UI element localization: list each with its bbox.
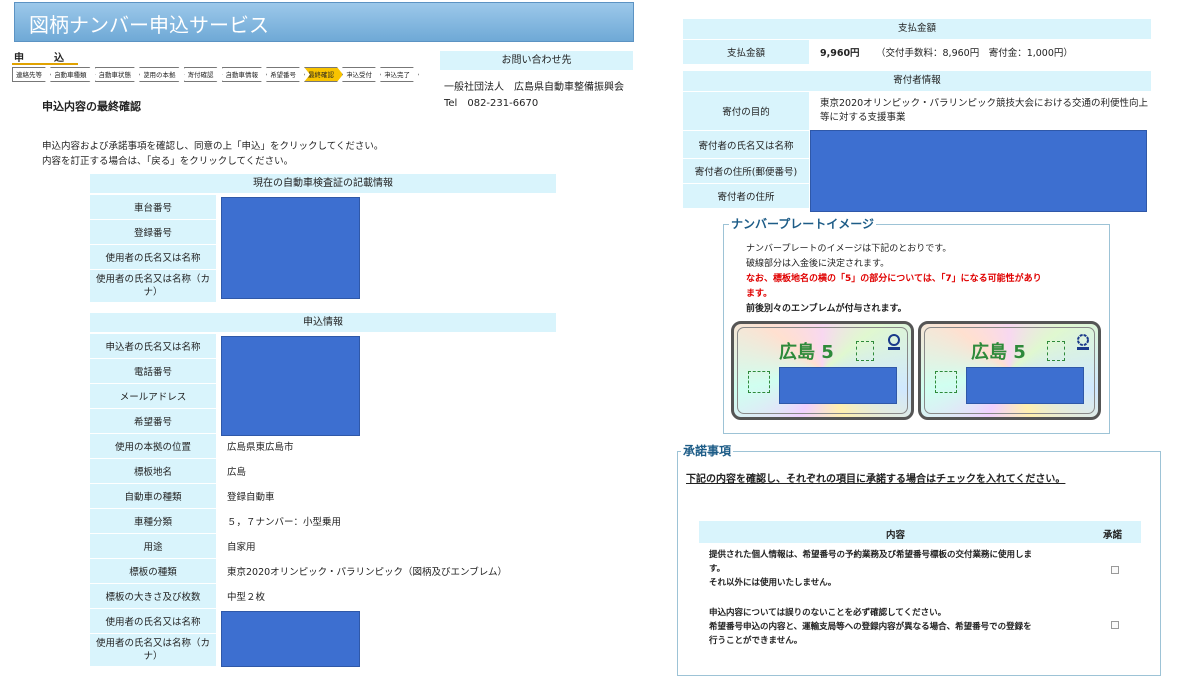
label-user-name: 使用者の氏名又は名称 bbox=[90, 245, 216, 269]
step-vehicle-status: 自動車状態 bbox=[95, 67, 141, 82]
label-chassis-number: 車台番号 bbox=[90, 195, 216, 219]
contact-org: 一般社団法人 広島県自動車整備振興会 bbox=[444, 82, 624, 93]
label-desired-number: 希望番号 bbox=[90, 409, 216, 433]
step-donation-confirm: 寄付確認 bbox=[184, 67, 223, 82]
value-plate-type: 東京2020オリンピック・パラリンピック（図柄及びエンブレム） bbox=[227, 567, 508, 578]
consent-instruction: 下記の内容を確認し、それぞれの項目に承諾する場合はチェックを入れてください。 bbox=[686, 474, 1066, 485]
value-plate-size: 中型２枚 bbox=[227, 592, 266, 603]
progress-steps: 連絡先等 自動車種類 自動車状態 使用の本拠 寄付確認 自動車情報 希望番号 最… bbox=[12, 67, 418, 83]
redacted-block bbox=[966, 367, 1084, 404]
plate-image-line2: 破線部分は入金後に決定されます。 bbox=[746, 259, 890, 269]
contact-heading: お問い合わせ先 bbox=[440, 51, 633, 70]
step-accepted: 申込受付 bbox=[342, 67, 381, 82]
value-usage: 自家用 bbox=[227, 542, 256, 553]
page-title: 申込内容の最終確認 bbox=[42, 100, 141, 113]
label-usage: 用途 bbox=[90, 534, 216, 558]
contact-tel: Tel 082-231-6670 bbox=[444, 98, 539, 109]
label-vehicle-type: 自動車の種類 bbox=[90, 484, 216, 508]
step-final-confirm: 最終確認 bbox=[304, 67, 343, 82]
consent-item-line: それ以外には使用いたしません。 bbox=[709, 578, 837, 588]
step-vehicle-info: 自動車情報 bbox=[222, 67, 268, 82]
value-payment-amount: 9,960円 bbox=[820, 48, 860, 59]
plate-image-note: 前後別々のエンブレムが付与されます。 bbox=[746, 304, 907, 314]
plate-image-line1: ナンバープレートのイメージは下記のとおりです。 bbox=[746, 244, 952, 254]
plate-region-text: 広島 5 bbox=[971, 342, 1026, 363]
section-label: 申込 bbox=[14, 53, 94, 64]
instruction-text: 申込内容および承諾事項を確認し、同意の上「申込」をクリックしてください。 bbox=[42, 141, 384, 152]
plate-image-warning: なお、標板地名の横の「5」の部分については、「7」になる可能性があり bbox=[746, 274, 1042, 284]
license-plate-front: 広島 5 bbox=[731, 321, 914, 420]
label-donor-postal: 寄付者の住所(郵便番号) bbox=[683, 159, 809, 183]
consent-col-consent: 承諾 bbox=[1103, 530, 1123, 541]
consent-table-header bbox=[699, 521, 1141, 543]
label-donor-name: 寄付者の氏名又は名称 bbox=[683, 131, 809, 158]
consent-col-content: 内容 bbox=[886, 530, 906, 541]
consent-item-accuracy: 申込内容については誤りのないことを必ず確認してください。 希望番号申込の内容と、… bbox=[709, 606, 1099, 648]
label-plate-size: 標板の大きさ及び枚数 bbox=[90, 584, 216, 608]
redacted-block bbox=[221, 611, 360, 667]
consent-item-line: 希望番号申込の内容と、運輸支局等への登録内容が異なる場合、希望番号での登録を bbox=[709, 622, 1032, 632]
value-vehicle-type: 登録自動車 bbox=[227, 492, 275, 503]
label-donation-purpose: 寄付の目的 bbox=[683, 92, 809, 130]
consent-item-line: 行うことができません。 bbox=[709, 636, 803, 646]
consent-item-line: 提供された個人情報は、希望番号の予約業務及び希望番号標板の交付業務に使用しま bbox=[709, 550, 1033, 560]
olympic-emblem-icon bbox=[888, 334, 900, 350]
plate-region-text: 広島 5 bbox=[779, 342, 834, 363]
label-email: メールアドレス bbox=[90, 384, 216, 408]
section-underline bbox=[12, 63, 78, 65]
plate-placeholder bbox=[748, 371, 770, 393]
label-payment-amount: 支払金額 bbox=[683, 40, 809, 64]
step-desired-number: 希望番号 bbox=[266, 67, 305, 82]
app-title: 図柄ナンバー申込サービス bbox=[29, 13, 269, 37]
app-banner: 図柄ナンバー申込サービス bbox=[14, 2, 634, 42]
label-registration-number: 登録番号 bbox=[90, 220, 216, 244]
value-payment-detail: （交付手数料：8,960円 寄付金：1,000円） bbox=[876, 48, 1073, 59]
step-base-location: 使用の本拠 bbox=[139, 67, 185, 82]
label-vehicle-class: 車種分類 bbox=[90, 509, 216, 533]
label-plate-region: 標板地名 bbox=[90, 459, 216, 483]
value-vehicle-class: ５，７ナンバー：小型乗用 bbox=[227, 517, 342, 528]
redacted-block bbox=[221, 197, 360, 299]
step-complete: 申込完了 bbox=[380, 67, 419, 82]
vehicle-cert-heading: 現在の自動車検査証の記載情報 bbox=[90, 174, 556, 193]
label-plate-type: 標板の種類 bbox=[90, 559, 216, 583]
label-donor-address: 寄付者の住所 bbox=[683, 184, 809, 208]
label-user-name-kana: 使用者の氏名又は名称（カナ） bbox=[90, 634, 216, 666]
consent-checkbox-privacy[interactable] bbox=[1111, 566, 1119, 574]
consent-checkbox-accuracy[interactable] bbox=[1111, 621, 1119, 629]
redacted-block bbox=[810, 130, 1147, 212]
plate-image-warning-2: ます。 bbox=[746, 289, 773, 299]
paralympic-emblem-icon bbox=[1077, 334, 1089, 350]
step-vehicle-type: 自動車種類 bbox=[50, 67, 96, 82]
step-contact: 連絡先等 bbox=[12, 67, 51, 82]
value-donation-purpose: 東京2020オリンピック・パラリンピック競技大会における交通の利便性向上等に対す… bbox=[820, 98, 1148, 123]
consent-item-privacy: 提供された個人情報は、希望番号の予約業務及び希望番号標板の交付業務に使用しま す… bbox=[709, 548, 1099, 590]
plate-placeholder bbox=[1047, 341, 1065, 361]
application-heading: 申込情報 bbox=[90, 313, 556, 332]
label-user-name-kana: 使用者の氏名又は名称（カナ） bbox=[90, 270, 216, 302]
donor-heading: 寄付者情報 bbox=[683, 71, 1151, 91]
label-base-location: 使用の本拠の位置 bbox=[90, 434, 216, 458]
label-user-name: 使用者の氏名又は名称 bbox=[90, 609, 216, 633]
consent-item-line: 申込内容については誤りのないことを必ず確認してください。 bbox=[709, 608, 947, 618]
license-plate-rear: 広島 5 bbox=[918, 321, 1101, 420]
value-base-location: 広島県東広島市 bbox=[227, 442, 294, 453]
redacted-block bbox=[221, 336, 360, 436]
consent-legend: 承諾事項 bbox=[681, 442, 734, 459]
plate-placeholder bbox=[856, 341, 874, 361]
redacted-block bbox=[779, 367, 897, 404]
label-phone: 電話番号 bbox=[90, 359, 216, 383]
plate-placeholder bbox=[935, 371, 957, 393]
value-plate-region: 広島 bbox=[227, 467, 247, 478]
instruction-text-2: 内容を訂正する場合は、「戻る」をクリックしてください。 bbox=[42, 156, 294, 167]
label-applicant-name: 申込者の氏名又は名称 bbox=[90, 334, 216, 358]
consent-item-line: す。 bbox=[709, 564, 726, 574]
payment-heading: 支払金額 bbox=[683, 19, 1151, 39]
plate-image-legend: ナンバープレートイメージ bbox=[729, 215, 877, 232]
